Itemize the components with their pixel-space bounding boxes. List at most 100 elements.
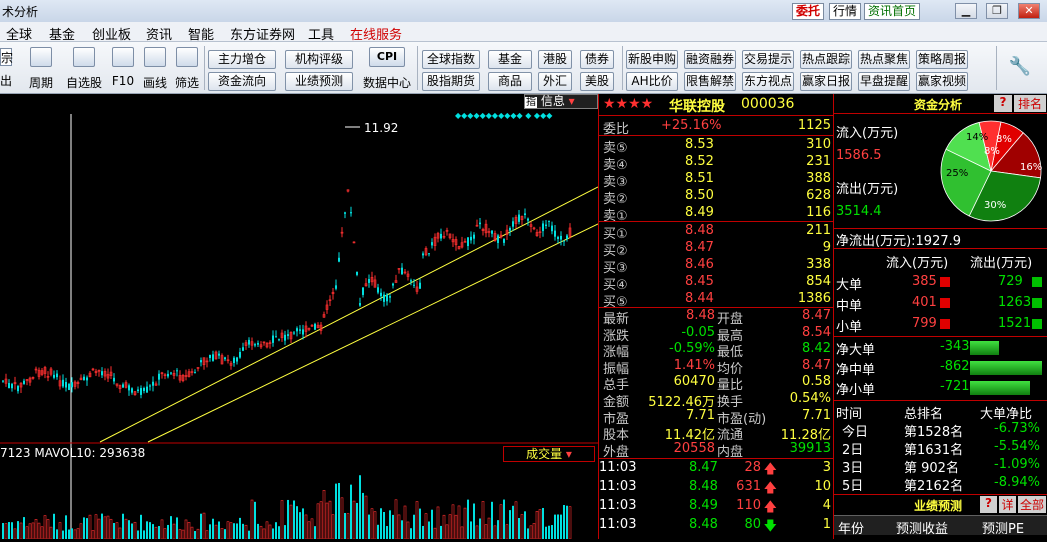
fund-flow-button[interactable]: 资金流向 xyxy=(208,72,276,91)
menu-global[interactable]: 全球 xyxy=(6,24,32,43)
volume-indicator-select[interactable]: 成交量 ▾ xyxy=(503,446,595,462)
period-tool[interactable]: 周期 xyxy=(24,47,58,91)
margin-trading-button[interactable]: 融资融券 xyxy=(684,50,736,69)
volume-bar xyxy=(268,524,272,540)
candle-body xyxy=(350,212,352,214)
volume-bar xyxy=(463,507,467,540)
stat-value: 8.47 xyxy=(802,357,831,373)
volume-bar xyxy=(200,513,202,539)
draw-line-tool[interactable]: 画线 xyxy=(141,47,169,91)
level-volume: 1386 xyxy=(797,291,831,306)
winner-video-button[interactable]: 赢家视频 xyxy=(916,72,968,91)
toolbar-left-edge[interactable]: 宗出 xyxy=(0,48,13,89)
hot-tracking-button[interactable]: 热点跟踪 xyxy=(800,50,852,69)
candle-body xyxy=(344,212,346,214)
strategy-weekly-button[interactable]: 策略周报 xyxy=(916,50,968,69)
level-price: 8.52 xyxy=(685,154,714,169)
minimize-icon[interactable]: ▁ xyxy=(955,3,977,19)
watchlist-tool[interactable]: 自选股 xyxy=(64,47,104,91)
rank-row: 3日 第 902名 -1.09% xyxy=(834,457,1047,476)
data-center-tool[interactable]: CPI 数据中心 xyxy=(362,47,412,91)
winner-daily-button[interactable]: 赢家日报 xyxy=(800,72,852,91)
net-order-bar xyxy=(970,361,1042,375)
stat-value: 8.42 xyxy=(802,341,831,357)
trade-button[interactable]: 委托 xyxy=(792,3,825,20)
ah-ratio-button[interactable]: AH比价 xyxy=(626,72,678,91)
bond-button[interactable]: 债券 xyxy=(580,50,614,69)
menu-tools[interactable]: 工具 xyxy=(308,24,334,43)
fund-help-button[interactable]: ? xyxy=(994,95,1012,112)
candle-body xyxy=(56,373,58,378)
candle-body xyxy=(335,285,337,289)
index-futures-button[interactable]: 股指期货 xyxy=(422,72,480,91)
news-home-button[interactable]: 资讯首页 xyxy=(864,3,921,20)
peak-price-label: 11.92 xyxy=(364,121,398,135)
event-markers[interactable]: ◆◆◆◆◆◆◆◆◆◆◆ ◆ ◆◆◆ xyxy=(455,111,553,120)
volume-bar xyxy=(413,514,415,539)
candle-body xyxy=(62,379,64,387)
close-icon[interactable]: ✕ xyxy=(1018,3,1040,19)
wrench-icon[interactable]: 🔧 xyxy=(1008,56,1032,78)
candle-body xyxy=(272,335,274,343)
tick-volume: 28 xyxy=(744,460,761,475)
perf-all-button[interactable]: 全部 xyxy=(1018,496,1046,513)
menu-online-service[interactable]: 在线服务 xyxy=(350,24,402,43)
stat-row: 市盈 7.71 市盈(动) 7.71 xyxy=(599,407,833,427)
hk-stock-button[interactable]: 港股 xyxy=(538,50,572,69)
buy-level-row: 买④ 8.45 854 xyxy=(599,274,833,293)
us-stock-button[interactable]: 美股 xyxy=(580,72,614,91)
main-increase-button[interactable]: 主力增仓 xyxy=(208,50,276,69)
menu-news[interactable]: 资讯 xyxy=(146,24,172,43)
volume-bar xyxy=(314,526,316,539)
lockup-expiry-button[interactable]: 限售解禁 xyxy=(684,72,736,91)
morning-alert-button[interactable]: 早盘提醒 xyxy=(858,72,910,91)
institution-rating-button[interactable]: 机构评级 xyxy=(285,50,353,69)
perf-detail-button[interactable]: 详 xyxy=(999,496,1016,513)
candle-body xyxy=(143,387,145,391)
global-index-button[interactable]: 全球指数 xyxy=(422,50,480,69)
volume-bar xyxy=(8,522,10,539)
perf-help-button[interactable]: ? xyxy=(980,496,997,513)
volume-bar xyxy=(233,523,235,539)
stat-value: 0.58 xyxy=(802,374,831,390)
commodity-button[interactable]: 商品 xyxy=(488,72,532,91)
hot-focus-button[interactable]: 热点聚焦 xyxy=(858,50,910,69)
menu-smart[interactable]: 智能 xyxy=(188,24,214,43)
level-volume: 854 xyxy=(806,274,831,289)
volume-bar xyxy=(289,504,293,540)
volume-bar xyxy=(137,530,139,539)
screener-tool[interactable]: 筛选 xyxy=(173,47,201,91)
volume-bar xyxy=(176,517,178,539)
candle-body xyxy=(86,377,88,381)
kline-chart[interactable]: 11.92 ◆◆◆◆◆◆◆◆◆◆◆ ◆ ◆◆◆ 指 信息 ▾ 7123 MAVO… xyxy=(0,94,599,540)
earnings-forecast-button[interactable]: 业绩预测 xyxy=(285,72,353,91)
info-toggle-button[interactable]: 指 信息 ▾ xyxy=(524,94,598,109)
fund-button[interactable]: 基金 xyxy=(488,50,532,69)
volume-bar xyxy=(124,518,128,540)
rank-ratio: -1.09% xyxy=(994,457,1040,472)
order-outflow: 729 xyxy=(998,274,1023,289)
candle-body xyxy=(362,287,364,295)
dropdown-arrow-icon: ▾ xyxy=(568,94,575,108)
trade-tips-button[interactable]: 交易提示 xyxy=(742,50,794,69)
order-label: 小单 xyxy=(836,320,863,335)
menu-fund[interactable]: 基金 xyxy=(49,24,75,43)
forex-button[interactable]: 外汇 xyxy=(538,72,572,91)
restore-icon[interactable]: ❐ xyxy=(986,3,1008,19)
candle-body xyxy=(419,282,421,289)
volume-bar xyxy=(433,527,437,540)
candle-body xyxy=(158,373,160,380)
volume-bar xyxy=(101,513,103,539)
volume-bar xyxy=(428,521,430,539)
ipo-subscribe-button[interactable]: 新股申购 xyxy=(626,50,678,69)
fund-rank-button[interactable]: 排名 xyxy=(1014,95,1046,112)
f10-tool[interactable]: F10 xyxy=(110,47,136,88)
orient-view-button[interactable]: 东方视点 xyxy=(742,72,794,91)
candle-body xyxy=(545,224,547,226)
quote-button[interactable]: 行情 xyxy=(829,3,862,20)
menu-orient-securities[interactable]: 东方证券网 xyxy=(230,24,295,43)
quote-header: ★★★★ 华联控股 000036 xyxy=(599,94,833,116)
stat-value: 7.71 xyxy=(802,407,831,423)
menu-gem[interactable]: 创业板 xyxy=(92,24,131,43)
stat-label: 内盘 xyxy=(717,444,744,460)
